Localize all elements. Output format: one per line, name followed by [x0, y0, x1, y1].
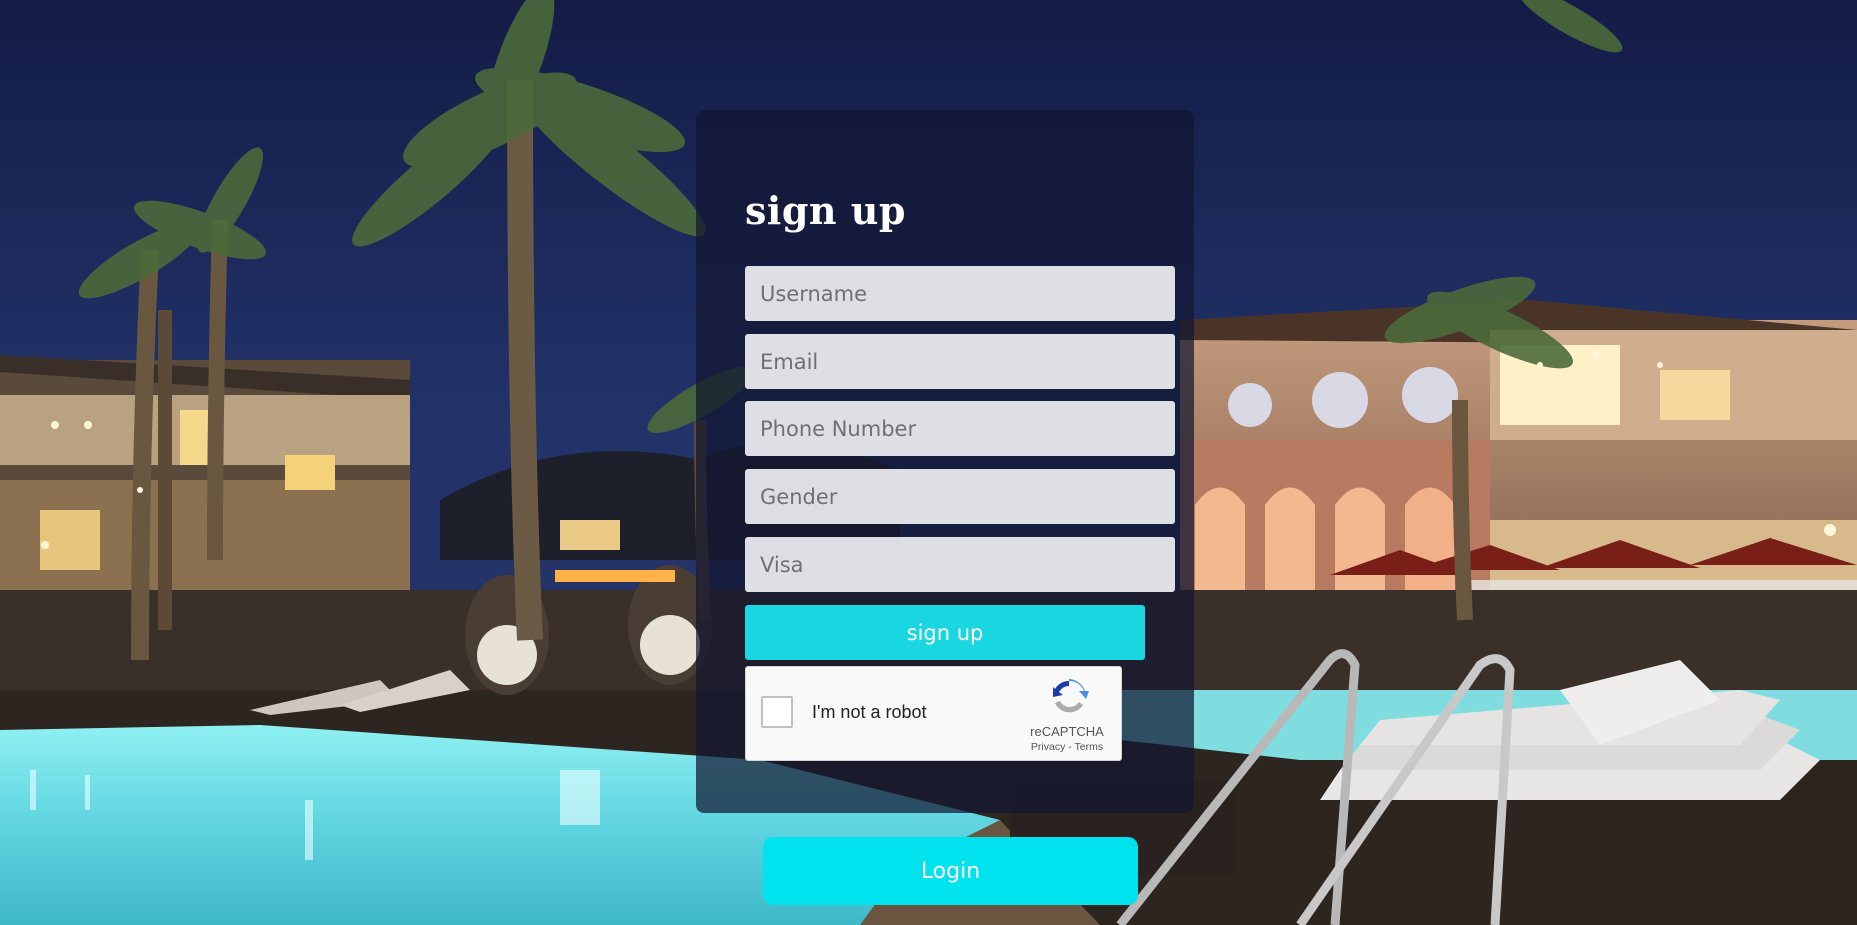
recaptcha-links: Privacy - Terms [1022, 741, 1112, 753]
privacy-link[interactable]: Privacy [1031, 741, 1065, 753]
login-button[interactable]: Login [763, 837, 1138, 905]
recaptcha-logo-icon [1049, 677, 1089, 722]
email-input[interactable] [745, 334, 1175, 389]
phone-number-input[interactable] [745, 401, 1175, 456]
signup-title: sign up [745, 188, 906, 233]
recaptcha-widget: I'm not a robot reCAPTCHA Privacy - Term… [745, 666, 1122, 761]
signup-button[interactable]: sign up [745, 605, 1145, 660]
gender-input[interactable] [745, 469, 1175, 524]
recaptcha-brand: reCAPTCHA [1030, 724, 1104, 739]
recaptcha-label: I'm not a robot [812, 702, 927, 722]
links-separator: - [1068, 741, 1072, 753]
terms-link[interactable]: Terms [1075, 741, 1104, 753]
visa-input[interactable] [745, 537, 1175, 592]
recaptcha-checkbox[interactable] [761, 696, 793, 728]
username-input[interactable] [745, 266, 1175, 321]
